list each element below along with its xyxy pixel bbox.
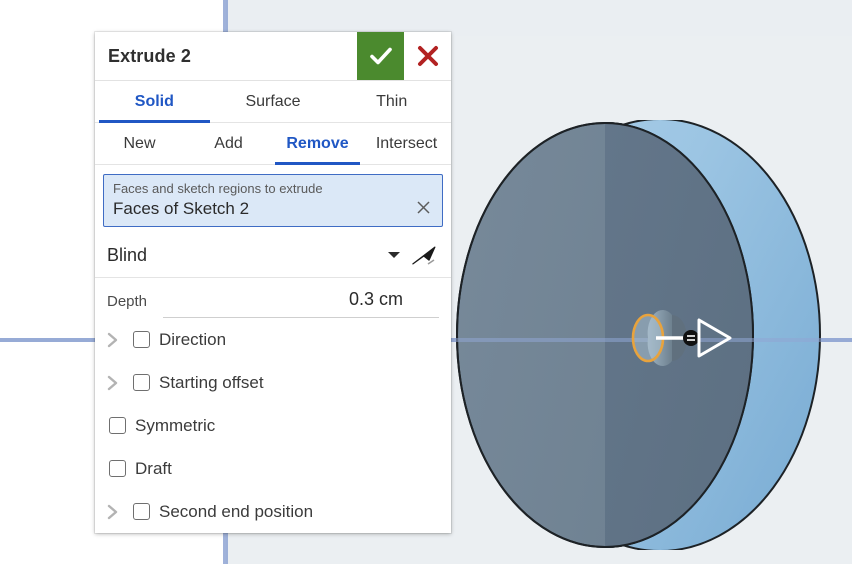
tab-remove-label: Remove bbox=[286, 134, 349, 152]
option-label-symmetric: Symmetric bbox=[135, 415, 216, 435]
checkmark-icon bbox=[369, 47, 392, 65]
checkbox-symmetric[interactable] bbox=[109, 417, 126, 434]
option-row-draft[interactable]: Draft bbox=[95, 447, 451, 490]
option-label-starting-offset: Starting offset bbox=[159, 372, 264, 392]
depth-row[interactable]: Depth 0.3 cm bbox=[95, 278, 451, 318]
checkbox-starting-offset[interactable] bbox=[133, 374, 150, 391]
select-arrow-icon[interactable] bbox=[406, 240, 442, 270]
chevron-right-glyph bbox=[107, 332, 118, 347]
option-row-direction[interactable]: Direction bbox=[95, 318, 451, 361]
chevron-right-glyph bbox=[107, 504, 118, 519]
small-x-icon bbox=[416, 201, 430, 214]
option-row-symmetric[interactable]: Symmetric bbox=[95, 404, 451, 447]
expand-chevron-icon[interactable] bbox=[107, 332, 133, 348]
checkbox-second-end-position[interactable] bbox=[133, 503, 150, 520]
selection-section: Faces and sketch regions to extrude Face… bbox=[95, 165, 451, 233]
depth-input[interactable]: 0.3 cm bbox=[163, 289, 439, 318]
cancel-button[interactable] bbox=[404, 32, 451, 80]
tab-solid-label: Solid bbox=[134, 92, 174, 110]
accept-button[interactable] bbox=[357, 32, 404, 80]
option-label-direction: Direction bbox=[159, 329, 227, 349]
tab-remove[interactable]: Remove bbox=[273, 123, 362, 165]
expand-chevron-icon[interactable] bbox=[107, 504, 133, 520]
tab-thin-label: Thin bbox=[376, 92, 408, 110]
tab-add-label: Add bbox=[214, 134, 243, 152]
dialog-header: Extrude 2 bbox=[95, 32, 451, 81]
manipulator-geometry bbox=[631, 309, 732, 367]
boolean-operation-tabs[interactable]: New Add Remove Intersect bbox=[95, 123, 451, 165]
clear-selection-icon[interactable] bbox=[412, 200, 434, 218]
chevron-right-glyph bbox=[107, 375, 118, 390]
faces-selection-field[interactable]: Faces and sketch regions to extrude Face… bbox=[103, 174, 443, 227]
expand-chevron-icon[interactable] bbox=[107, 375, 133, 391]
tab-surface-label: Surface bbox=[245, 92, 301, 110]
chevron-down-icon[interactable] bbox=[382, 250, 406, 260]
tab-intersect[interactable]: Intersect bbox=[362, 123, 451, 164]
option-label-draft: Draft bbox=[135, 458, 172, 478]
checkbox-draft[interactable] bbox=[109, 460, 126, 477]
selection-hint-label: Faces and sketch regions to extrude bbox=[113, 181, 323, 196]
option-label-second-end-position: Second end position bbox=[159, 501, 314, 521]
tab-intersect-label: Intersect bbox=[375, 134, 438, 152]
tab-new-label: New bbox=[123, 134, 156, 152]
option-row-starting-offset[interactable]: Starting offset bbox=[95, 361, 451, 404]
end-condition-row[interactable]: Blind bbox=[95, 233, 451, 278]
checkbox-direction[interactable] bbox=[133, 331, 150, 348]
tab-new[interactable]: New bbox=[95, 123, 184, 164]
tab-add[interactable]: Add bbox=[184, 123, 273, 164]
caret-glyph bbox=[388, 252, 400, 258]
tab-thin[interactable]: Thin bbox=[332, 81, 451, 122]
extrude-direction-manipulator[interactable] bbox=[610, 300, 750, 380]
viewport-background-top bbox=[226, 0, 852, 36]
close-x-icon bbox=[417, 46, 438, 66]
dialog-title: Extrude 2 bbox=[108, 45, 191, 66]
app-screen: Extrude 2 Solid Surface Thin New Add Rem… bbox=[0, 0, 852, 564]
depth-label: Depth bbox=[107, 293, 148, 310]
direction-arrow-icon bbox=[697, 318, 732, 358]
option-row-second-end-position[interactable]: Second end position bbox=[95, 490, 451, 533]
extrude-dialog[interactable]: Extrude 2 Solid Surface Thin New Add Rem… bbox=[95, 32, 451, 533]
selection-value-row: Faces of Sketch 2 bbox=[113, 199, 434, 219]
tab-surface[interactable]: Surface bbox=[214, 81, 333, 122]
primary-tabs[interactable]: Solid Surface Thin bbox=[95, 81, 451, 123]
selection-value: Faces of Sketch 2 bbox=[113, 199, 250, 218]
arrow-cursor-glyph bbox=[412, 246, 436, 265]
end-condition-value: Blind bbox=[107, 244, 148, 265]
tab-solid[interactable]: Solid bbox=[95, 81, 214, 123]
